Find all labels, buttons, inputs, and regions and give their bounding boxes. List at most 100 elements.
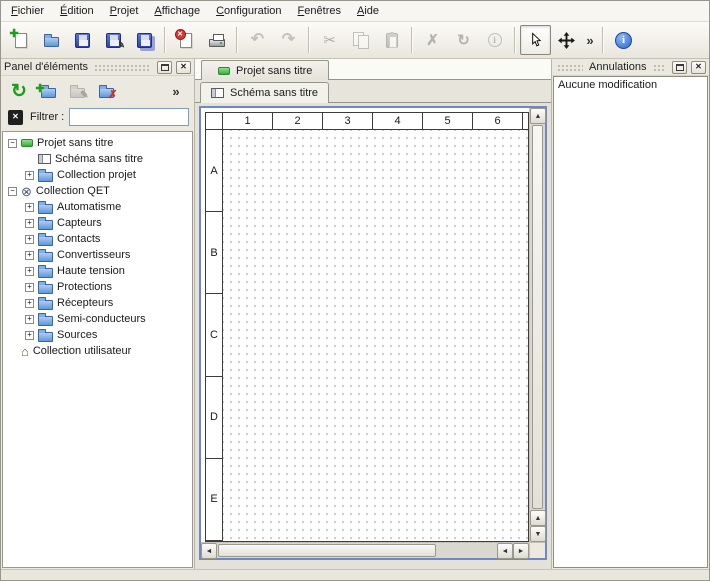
expand-expander-icon[interactable]: [25, 171, 34, 180]
menu-fenetres[interactable]: Fenêtres: [290, 2, 349, 21]
close-file-button[interactable]: ✕: [170, 25, 201, 55]
horizontal-scrollbar[interactable]: [201, 543, 529, 558]
elements-tree: Projet sans titre Schéma sans titre Coll…: [2, 131, 193, 568]
expand-expander-icon[interactable]: [25, 251, 34, 260]
scrollbar-corner: [529, 543, 545, 558]
dock-grip[interactable]: [653, 64, 667, 71]
tree-item-project[interactable]: Projet sans titre: [3, 135, 192, 151]
about-button[interactable]: [608, 25, 639, 55]
delete-category-button[interactable]: ✗: [93, 79, 119, 104]
elements-panel-toolbar: ✚ ✎ ✗: [1, 76, 194, 107]
menu-fichier[interactable]: Fichier: [3, 2, 52, 21]
scroll-left-button[interactable]: [201, 543, 217, 559]
folder-icon: [38, 172, 53, 182]
horizontal-scroll-thumb[interactable]: [218, 544, 436, 557]
tree-item-label: Capteurs: [57, 217, 102, 229]
collapse-expander-icon[interactable]: [8, 139, 17, 148]
menu-projet[interactable]: Projet: [102, 2, 147, 21]
tree-item-convertisseurs[interactable]: Convertisseurs: [3, 247, 192, 263]
undo-panel-header[interactable]: Annulations: [552, 59, 709, 76]
dock-close-button[interactable]: [691, 61, 706, 74]
filter-input[interactable]: [69, 108, 189, 126]
diagram-view[interactable]: 1 2 3 4 5 6 A B C D E: [201, 108, 529, 542]
schema-tab-label: Schéma sans titre: [230, 87, 318, 99]
menu-configuration[interactable]: Configuration: [208, 2, 289, 21]
panel-toolbar-overflow-button[interactable]: [163, 79, 189, 104]
clear-filter-button[interactable]: [6, 108, 25, 127]
scroll-down-button[interactable]: [530, 526, 546, 542]
pan-tool-button[interactable]: [551, 25, 582, 55]
tab-projet-sans-titre[interactable]: Projet sans titre: [201, 60, 329, 80]
save-as-button[interactable]: ✎: [98, 25, 129, 55]
select-tool-button[interactable]: [520, 25, 551, 55]
scroll-right-button[interactable]: [513, 543, 529, 559]
delete-button[interactable]: [417, 25, 448, 55]
diagram-canvas[interactable]: [223, 130, 528, 541]
tree-item-automatisme[interactable]: Automatisme: [3, 199, 192, 215]
dock-close-button[interactable]: [176, 61, 191, 74]
expand-expander-icon[interactable]: [25, 203, 34, 212]
undo-panel-title: Annulations: [589, 61, 647, 73]
edit-category-button[interactable]: ✎: [64, 79, 90, 104]
vertical-scroll-thumb[interactable]: [532, 125, 543, 509]
tree-item-haute-tension[interactable]: Haute tension: [3, 263, 192, 279]
reload-collections-button[interactable]: [6, 79, 32, 104]
open-project-button[interactable]: [36, 25, 67, 55]
tree-item-semi-conducteurs[interactable]: Semi-conducteurs: [3, 311, 192, 327]
vertical-scroll-track[interactable]: [530, 124, 545, 510]
expand-expander-icon[interactable]: [25, 331, 34, 340]
tree-item-capteurs[interactable]: Capteurs: [3, 215, 192, 231]
tree-item-collection-projet[interactable]: Collection projet: [3, 167, 192, 183]
elements-panel-header[interactable]: Panel d'éléments: [1, 59, 194, 76]
menu-affichage[interactable]: Affichage: [146, 2, 208, 21]
copy-button[interactable]: [345, 25, 376, 55]
expand-expander-icon[interactable]: [25, 299, 34, 308]
tab-schema-sans-titre[interactable]: Schéma sans titre: [200, 82, 329, 103]
scroll-up-button[interactable]: [530, 108, 546, 124]
element-info-button[interactable]: [479, 25, 510, 55]
vertical-scrollbar[interactable]: [529, 108, 545, 542]
new-project-button[interactable]: ✚: [5, 25, 36, 55]
undo-list-item[interactable]: Aucune modification: [554, 77, 707, 93]
undo-button[interactable]: [242, 25, 273, 55]
new-category-button[interactable]: ✚: [35, 79, 61, 104]
float-window-icon: [676, 64, 684, 71]
save-all-button[interactable]: [129, 25, 160, 55]
expand-expander-icon[interactable]: [25, 315, 34, 324]
column-header: 6: [473, 113, 523, 130]
tree-item-collection-utilisateur[interactable]: Collection utilisateur: [3, 343, 192, 359]
scroll-up-button[interactable]: [530, 510, 546, 526]
tree-item-recepteurs[interactable]: Récepteurs: [3, 295, 192, 311]
cut-button[interactable]: [314, 25, 345, 55]
expand-expander-icon[interactable]: [25, 267, 34, 276]
horizontal-scroll-track[interactable]: [217, 543, 497, 558]
close-file-icon: ✕: [180, 33, 192, 48]
paste-button[interactable]: [376, 25, 407, 55]
dock-grip[interactable]: [94, 64, 151, 71]
tree-item-sources[interactable]: Sources: [3, 327, 192, 343]
tree-item-label: Collection utilisateur: [33, 345, 131, 357]
expand-expander-icon[interactable]: [25, 235, 34, 244]
dock-float-button[interactable]: [157, 61, 172, 74]
dock-grip[interactable]: [557, 64, 583, 71]
cursor-arrow-icon: [528, 32, 543, 48]
tree-item-label: Projet sans titre: [37, 137, 113, 149]
scroll-left-button[interactable]: [497, 543, 513, 559]
redo-button[interactable]: [273, 25, 304, 55]
tree-item-collection-qet[interactable]: Collection QET: [3, 183, 192, 199]
save-as-icon: ✎: [106, 33, 121, 48]
print-button[interactable]: [201, 25, 232, 55]
tree-item-contacts[interactable]: Contacts: [3, 231, 192, 247]
collapse-expander-icon[interactable]: [8, 187, 17, 196]
expand-expander-icon[interactable]: [25, 283, 34, 292]
dock-float-button[interactable]: [672, 61, 687, 74]
menu-edition[interactable]: Édition: [52, 2, 102, 21]
tree-item-protections[interactable]: Protections: [3, 279, 192, 295]
menu-aide[interactable]: Aide: [349, 2, 387, 21]
rotate-button[interactable]: [448, 25, 479, 55]
paste-icon: [386, 33, 398, 48]
tree-item-schema[interactable]: Schéma sans titre: [3, 151, 192, 167]
toolbar-overflow-button[interactable]: [582, 25, 598, 55]
expand-expander-icon[interactable]: [25, 219, 34, 228]
save-button[interactable]: [67, 25, 98, 55]
